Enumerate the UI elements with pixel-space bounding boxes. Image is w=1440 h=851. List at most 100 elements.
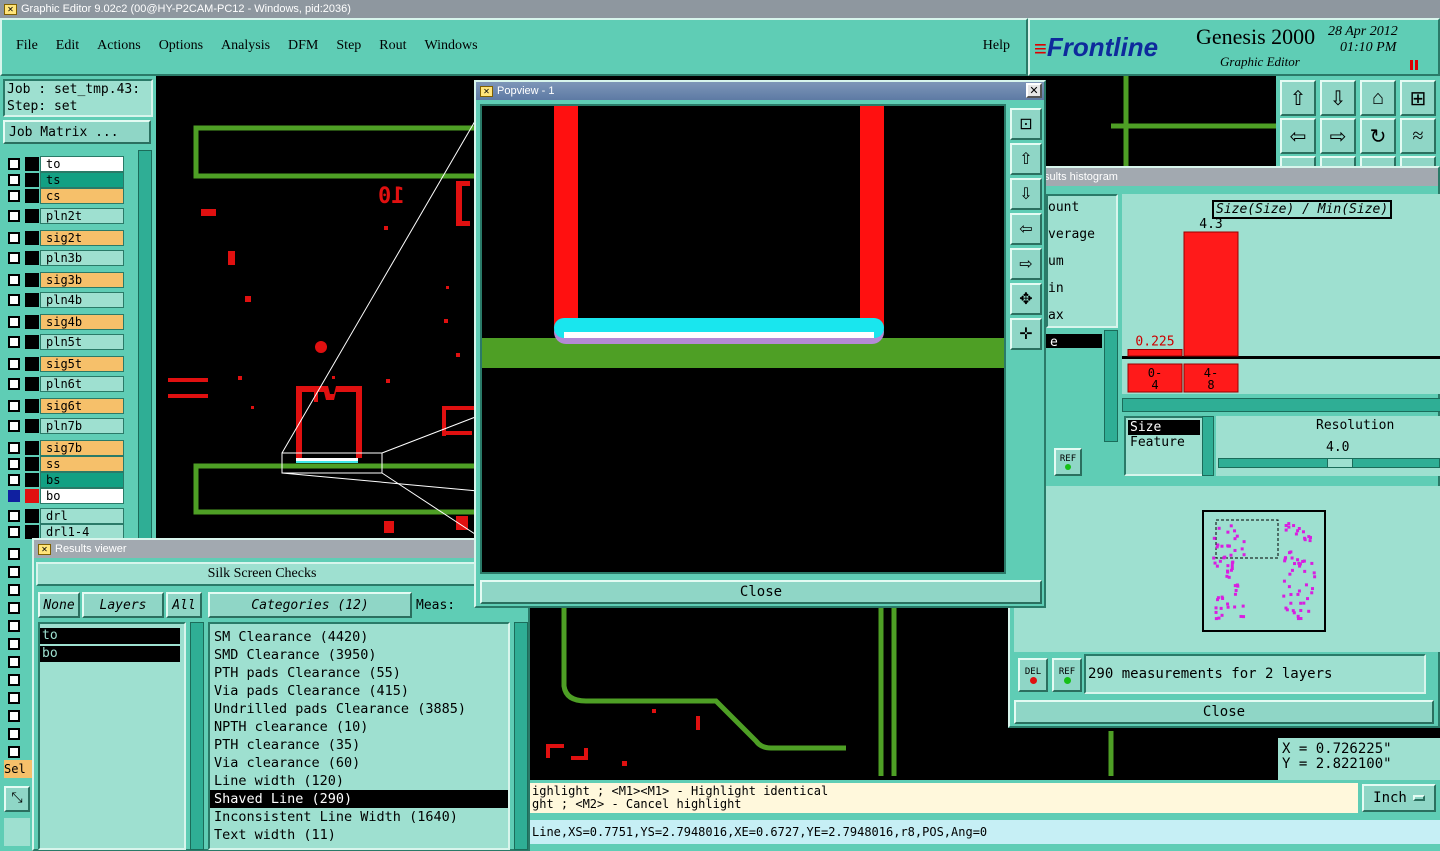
- layer-color-swatch[interactable]: [25, 335, 39, 349]
- layer-color-swatch[interactable]: [25, 315, 39, 329]
- layer-row-bo[interactable]: bo: [6, 488, 126, 504]
- stats-scrollbar[interactable]: [1104, 330, 1118, 442]
- layer-row-sig7b[interactable]: sig7b: [6, 440, 126, 456]
- layer-checkbox[interactable]: [8, 158, 20, 170]
- layer-checkbox[interactable]: [8, 620, 20, 632]
- layer-checkbox[interactable]: [8, 566, 20, 578]
- layer-checkbox[interactable]: [8, 710, 20, 722]
- zoom-out-icon[interactable]: ✥: [1010, 283, 1042, 315]
- job-matrix-button[interactable]: Job Matrix ...: [3, 120, 151, 144]
- layer-row-sig6t[interactable]: sig6t: [6, 398, 126, 414]
- stat-item[interactable]: ax: [1048, 304, 1116, 331]
- layer-color-swatch[interactable]: [25, 189, 39, 203]
- layer-checkbox[interactable]: [8, 510, 20, 522]
- layer-row-pln7b[interactable]: pln7b: [6, 418, 126, 434]
- preview-view-box[interactable]: [1215, 519, 1279, 559]
- popview-canvas[interactable]: [480, 104, 1006, 574]
- category-item[interactable]: SM Clearance (4420): [210, 628, 508, 646]
- size-scrollbar[interactable]: [1202, 416, 1214, 476]
- layer-checkbox[interactable]: [8, 294, 20, 306]
- layer-checkbox[interactable]: [8, 252, 20, 264]
- layer-checkbox[interactable]: [8, 584, 20, 596]
- layer-checkbox[interactable]: [8, 336, 20, 348]
- layer-row-ss[interactable]: ss: [6, 456, 126, 472]
- categories-button[interactable]: Categories (12): [208, 592, 412, 618]
- layer-checkbox[interactable]: [8, 420, 20, 432]
- category-item[interactable]: Inconsistent Line Width (1640): [210, 808, 508, 826]
- stat-item[interactable]: verage: [1048, 223, 1116, 250]
- layer-color-swatch[interactable]: [25, 525, 39, 539]
- zoom-fit-icon[interactable]: ⊡: [1010, 108, 1042, 140]
- wave-icon[interactable]: ≈: [1400, 118, 1436, 154]
- menu-step[interactable]: Step: [336, 38, 361, 54]
- results-layer-item[interactable]: bo: [40, 646, 180, 662]
- results-layer-scrollbar[interactable]: [190, 622, 204, 850]
- layout-preview[interactable]: [1202, 510, 1326, 632]
- layer-row-pln5t[interactable]: pln5t: [6, 334, 126, 350]
- layers-button[interactable]: Layers: [82, 592, 164, 618]
- category-item[interactable]: Via pads Clearance (415): [210, 682, 508, 700]
- layer-row-to[interactable]: to: [6, 156, 126, 172]
- layer-color-swatch[interactable]: [25, 489, 39, 503]
- categories-scrollbar[interactable]: [514, 622, 528, 850]
- layer-checkbox[interactable]: [8, 358, 20, 370]
- layer-color-swatch[interactable]: [25, 173, 39, 187]
- layer-checkbox[interactable]: [8, 190, 20, 202]
- layer-row-pln3b[interactable]: pln3b: [6, 250, 126, 266]
- histogram-hscroll[interactable]: [1122, 398, 1440, 412]
- size-option[interactable]: Size: [1128, 420, 1200, 435]
- layer-color-swatch[interactable]: [25, 209, 39, 223]
- menu-actions[interactable]: Actions: [97, 38, 141, 54]
- layer-color-swatch[interactable]: [25, 273, 39, 287]
- zoom-in-icon[interactable]: ✛: [1010, 318, 1042, 350]
- layer-checkbox[interactable]: [8, 548, 20, 560]
- menu-help[interactable]: Help: [983, 38, 1010, 54]
- layer-row-ts[interactable]: ts: [6, 172, 126, 188]
- pan-right-icon[interactable]: ⇨: [1010, 248, 1042, 280]
- layer-checkbox[interactable]: [8, 458, 20, 470]
- category-item[interactable]: NPTH clearance (10): [210, 718, 508, 736]
- menu-analysis[interactable]: Analysis: [221, 38, 270, 54]
- move-left-icon[interactable]: ⇦: [1280, 118, 1316, 154]
- layer-checkbox[interactable]: [8, 638, 20, 650]
- layer-color-swatch[interactable]: [25, 357, 39, 371]
- layer-checkbox[interactable]: [8, 400, 20, 412]
- layer-row-sig2t[interactable]: sig2t: [6, 230, 126, 246]
- sel-label[interactable]: Sel: [4, 760, 32, 778]
- layer-checkbox[interactable]: [8, 316, 20, 328]
- resolution-slider[interactable]: [1218, 458, 1440, 468]
- layer-checkbox[interactable]: [8, 674, 20, 686]
- menu-edit[interactable]: Edit: [56, 38, 79, 54]
- layer-checkbox[interactable]: [8, 274, 20, 286]
- split-view-icon[interactable]: ⊞: [1400, 80, 1436, 116]
- stat-item[interactable]: ount: [1048, 196, 1116, 223]
- layer-row-drl[interactable]: drl: [6, 508, 126, 524]
- layer-color-swatch[interactable]: [25, 231, 39, 245]
- menu-file[interactable]: File: [16, 38, 38, 54]
- resize-arrow-icon[interactable]: ⤡: [4, 786, 30, 812]
- category-item[interactable]: Undrilled pads Clearance (3885): [210, 700, 508, 718]
- ref-button[interactable]: REF: [1052, 658, 1082, 692]
- move-right-icon[interactable]: ⇨: [1320, 118, 1356, 154]
- popview-close-button[interactable]: Close: [480, 580, 1042, 604]
- layer-color-swatch[interactable]: [25, 157, 39, 171]
- pause-icon[interactable]: [1410, 60, 1418, 70]
- menu-rout[interactable]: Rout: [379, 38, 406, 54]
- histogram-bar-0[interactable]: [1127, 349, 1183, 357]
- stat-item[interactable]: um: [1048, 250, 1116, 277]
- category-item[interactable]: SMD Clearance (3950): [210, 646, 508, 664]
- stat-item[interactable]: in: [1048, 277, 1116, 304]
- layer-checkbox[interactable]: [8, 526, 20, 538]
- layer-color-swatch[interactable]: [25, 293, 39, 307]
- move-up-icon[interactable]: ⇧: [1280, 80, 1316, 116]
- pan-down-icon[interactable]: ⇩: [1010, 178, 1042, 210]
- units-select[interactable]: Inch: [1362, 784, 1436, 812]
- layer-color-swatch[interactable]: [25, 441, 39, 455]
- menu-windows[interactable]: Windows: [425, 38, 478, 54]
- layer-checkbox[interactable]: [8, 378, 20, 390]
- layer-color-swatch[interactable]: [25, 509, 39, 523]
- category-item[interactable]: Via clearance (60): [210, 754, 508, 772]
- layer-color-swatch[interactable]: [25, 399, 39, 413]
- feature-option[interactable]: Feature: [1128, 435, 1200, 450]
- layer-color-swatch[interactable]: [25, 473, 39, 487]
